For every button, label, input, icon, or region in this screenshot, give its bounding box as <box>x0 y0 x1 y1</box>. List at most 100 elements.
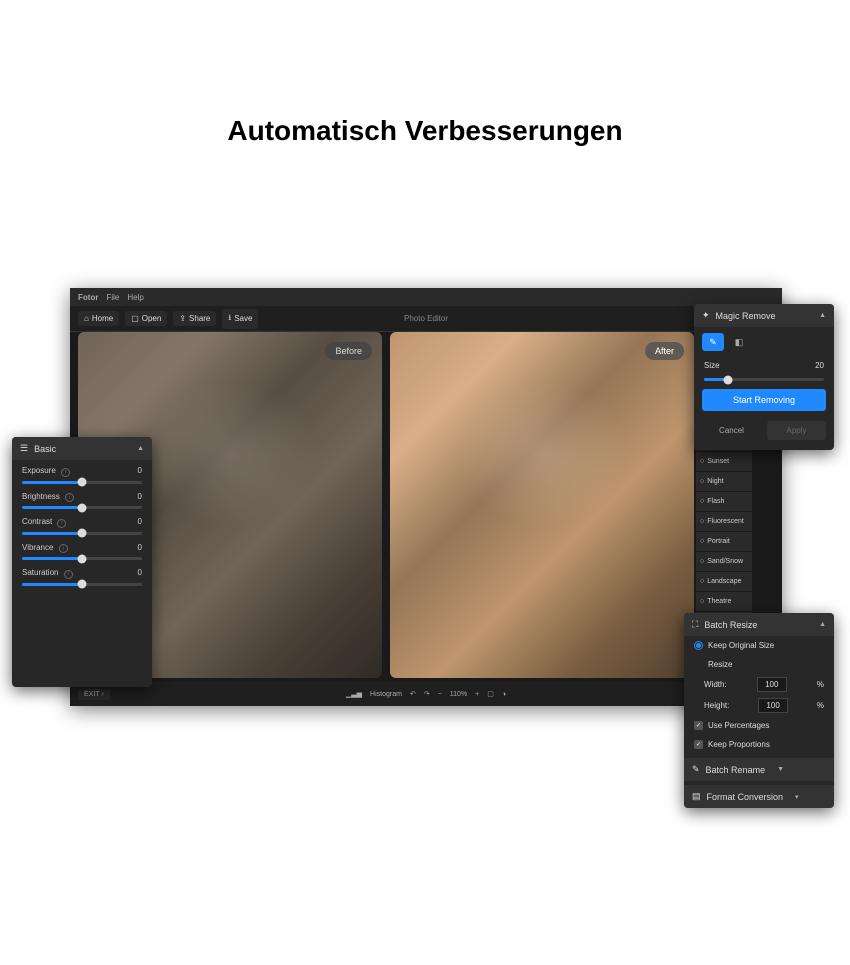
batch-resize-header[interactable]: ⛶ Batch Resize ▲ <box>684 613 834 636</box>
use-pct-label: Use Percentages <box>708 721 769 730</box>
open-label: Open <box>142 314 162 323</box>
redo-icon[interactable]: ↷ <box>424 690 430 698</box>
slider-value: 0 <box>138 466 142 477</box>
brush-icon: ✎ <box>709 337 717 348</box>
enhance-item-landscape[interactable]: ○Landscape <box>696 572 752 591</box>
preset-icon: ○ <box>700 578 704 585</box>
basic-header[interactable]: ☰ Basic ▲ <box>12 437 152 460</box>
preset-label: Portrait <box>707 538 730 545</box>
enhance-item-portrait[interactable]: ○Portrait <box>696 532 752 551</box>
toolbar: ⌂Home ▢Open ⇪Share ⭳Save Photo Editor <box>70 306 782 332</box>
slider-label: Contrast i <box>22 517 66 528</box>
open-icon: ▢ <box>131 314 139 323</box>
compare-icon[interactable]: ◑ <box>502 691 506 698</box>
enhance-item-fluorescent[interactable]: ○Fluorescent <box>696 512 752 531</box>
home-button[interactable]: ⌂Home <box>78 311 119 326</box>
slider-value: 0 <box>138 492 142 503</box>
info-icon[interactable]: i <box>59 544 68 553</box>
fit-icon[interactable]: ▢ <box>487 690 494 698</box>
preset-icon: ○ <box>700 458 704 465</box>
enhance-item-sand-snow[interactable]: ○Sand/Snow <box>696 552 752 571</box>
height-label: Height: <box>704 701 729 710</box>
keep-prop-label: Keep Proportions <box>708 740 770 749</box>
start-removing-button[interactable]: Start Removing <box>702 389 826 411</box>
size-label: Size <box>704 361 720 370</box>
save-button[interactable]: ⭳Save <box>222 309 258 329</box>
width-input[interactable]: 100 <box>757 677 787 692</box>
slider-value: 0 <box>138 568 142 579</box>
brightness-slider[interactable] <box>22 506 142 509</box>
after-badge: After <box>645 342 684 360</box>
enhance-item-theatre[interactable]: ○Theatre <box>696 592 752 611</box>
cancel-button[interactable]: Cancel <box>702 421 761 440</box>
exposure-slider[interactable] <box>22 481 142 484</box>
info-icon[interactable]: i <box>65 493 74 502</box>
slider-label: Exposure i <box>22 466 70 477</box>
preset-label: Night <box>707 478 723 485</box>
format-conversion-header[interactable]: ▤ Format Conversion ▾ <box>684 785 834 808</box>
magic-remove-panel: ✦ Magic Remove ▲ ✎ ◧ Size 20 Start Remov… <box>694 304 834 450</box>
preset-label: Fluorescent <box>707 518 744 525</box>
window-title: Photo Editor <box>404 314 448 323</box>
enhance-item-sunset[interactable]: ○Sunset <box>696 452 752 471</box>
use-percentages-checkbox[interactable]: ✓ Use Percentages <box>684 716 834 735</box>
format-icon: ▤ <box>692 791 701 802</box>
enhance-item-flash[interactable]: ○Flash <box>696 492 752 511</box>
before-badge: Before <box>325 342 372 360</box>
share-icon: ⇪ <box>179 314 186 323</box>
expand-icon: ▼ <box>777 766 784 773</box>
size-slider[interactable] <box>704 378 824 381</box>
batch-rename-header[interactable]: ✎ Batch Rename ▼ <box>684 758 834 781</box>
menu-file[interactable]: File <box>106 293 119 302</box>
size-value: 20 <box>815 361 824 370</box>
zoom-value: 110% <box>450 691 467 698</box>
apply-button[interactable]: Apply <box>767 421 826 440</box>
height-input[interactable]: 100 <box>758 698 788 713</box>
brush-tool[interactable]: ✎ <box>702 333 724 351</box>
exit-button[interactable]: EXIT › <box>78 689 110 700</box>
slider-row-saturation: Saturation i0 <box>12 562 152 588</box>
slider-label: Brightness i <box>22 492 74 503</box>
batch-panel: ⛶ Batch Resize ▲ Keep Original Size Resi… <box>684 613 834 808</box>
resize-label: Resize <box>684 655 834 674</box>
share-button[interactable]: ⇪Share <box>173 311 216 326</box>
preset-icon: ○ <box>700 518 704 525</box>
batch-title: Batch Resize <box>704 620 757 630</box>
vibrance-slider[interactable] <box>22 557 142 560</box>
open-button[interactable]: ▢Open <box>125 311 167 326</box>
format-label: Format Conversion <box>707 792 784 802</box>
collapse-icon: ▲ <box>819 312 826 319</box>
after-image: After <box>390 332 694 678</box>
width-label: Width: <box>704 680 727 689</box>
menu-help[interactable]: Help <box>127 293 143 302</box>
slider-value: 0 <box>138 517 142 528</box>
erase-tool[interactable]: ◧ <box>728 333 750 351</box>
enhance-item-night[interactable]: ○Night <box>696 472 752 491</box>
keep-proportions-checkbox[interactable]: ✓Keep Proportions <box>684 735 834 754</box>
content-area: Before After <box>78 332 694 678</box>
keep-original-option[interactable]: Keep Original Size <box>684 636 834 655</box>
info-icon[interactable]: i <box>57 519 66 528</box>
histogram-label[interactable]: Histogram <box>370 691 402 698</box>
expand-icon: ▾ <box>795 793 799 801</box>
undo-icon[interactable]: ↶ <box>410 690 416 698</box>
info-icon[interactable]: i <box>64 570 73 579</box>
zoom-in-icon[interactable]: + <box>475 691 479 698</box>
info-icon[interactable]: i <box>61 468 70 477</box>
slider-value: 0 <box>138 543 142 554</box>
contrast-slider[interactable] <box>22 532 142 535</box>
magic-header[interactable]: ✦ Magic Remove ▲ <box>694 304 834 327</box>
app-name: Fotor <box>78 293 98 302</box>
preset-label: Theatre <box>707 598 731 605</box>
home-icon: ⌂ <box>84 314 89 323</box>
home-label: Home <box>92 314 113 323</box>
slider-row-contrast: Contrast i 0 <box>12 511 152 537</box>
saturation-slider[interactable] <box>22 583 142 586</box>
zoom-out-icon[interactable]: − <box>438 691 442 698</box>
histogram-icon[interactable]: ▁▃▅ <box>346 690 362 698</box>
slider-row-brightness: Brightness i 0 <box>12 486 152 512</box>
keep-original-label: Keep Original Size <box>708 641 774 650</box>
preset-label: Landscape <box>707 578 741 585</box>
slider-row-exposure: Exposure i 0 <box>12 460 152 486</box>
checkbox-icon: ✓ <box>694 721 703 730</box>
